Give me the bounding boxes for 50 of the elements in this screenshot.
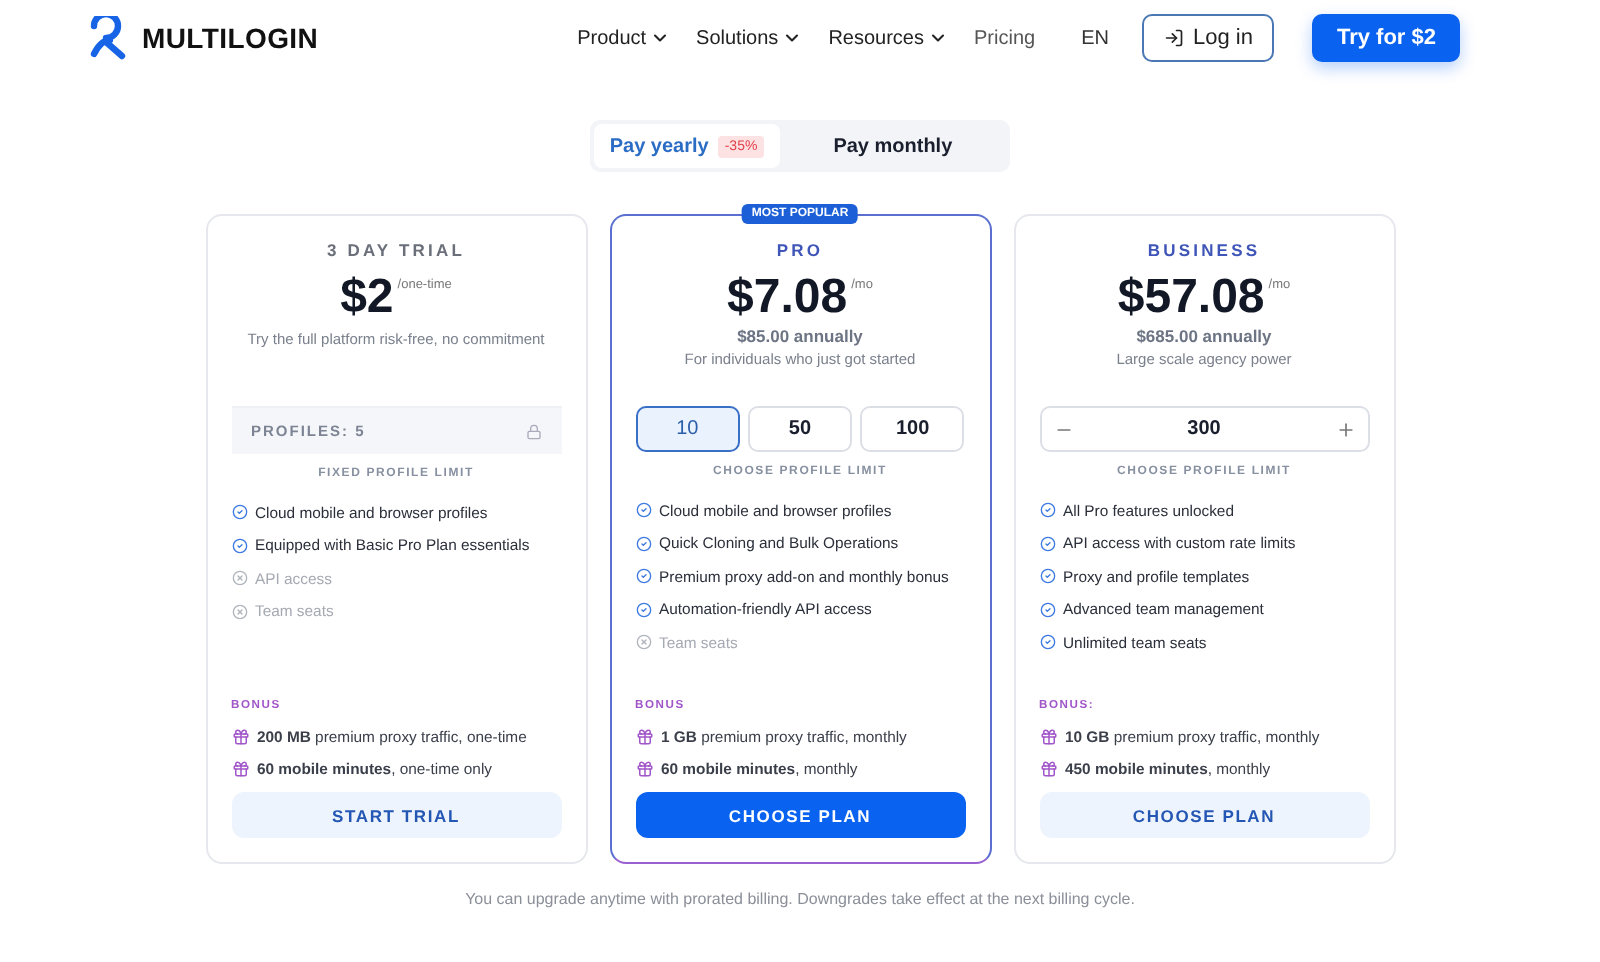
plan-title: PRO [776, 240, 824, 260]
gift-icon [231, 727, 249, 745]
check-icon [635, 601, 651, 618]
nav-link[interactable]: Pricing [974, 27, 1036, 49]
check-icon [1039, 502, 1055, 519]
check-icon [1039, 535, 1055, 552]
billing-note: You can upgrade anytime with prorated billing. Downgrades take effect at the next billing cycle. [465, 890, 1135, 908]
login-icon [1164, 28, 1185, 48]
language-link[interactable]: EN [1081, 27, 1109, 49]
plan-button[interactable]: CHOOSE PLAN [1039, 792, 1369, 838]
plus-icon[interactable] [1335, 419, 1355, 439]
plan-price: $57.08 [1117, 270, 1265, 326]
plan-price: $7.08 [727, 270, 848, 326]
check-icon [231, 537, 247, 554]
nav-link[interactable]: Product [577, 27, 671, 49]
annual-price: $685.00 annually [1136, 326, 1272, 346]
gift-icon [231, 759, 249, 777]
gift-icon [1039, 759, 1057, 777]
cross-icon [231, 603, 247, 620]
check-icon [635, 502, 651, 519]
lock-icon [525, 423, 541, 439]
plan-title: 3 DAY TRIAL [326, 240, 466, 260]
try-button[interactable]: Try for $2 [1312, 14, 1460, 62]
plan-title: BUSINESS [1147, 240, 1261, 260]
plan-button[interactable]: CHOOSE PLAN [635, 792, 965, 838]
nav-link[interactable]: Solutions [696, 27, 803, 49]
profile-limit-value: 300 [1187, 418, 1221, 440]
gift-icon [635, 759, 653, 777]
nav-link[interactable]: Resources [828, 27, 948, 49]
profile-limit-option[interactable]: 50 [747, 406, 853, 452]
profile-limit-option[interactable]: 10 [635, 406, 740, 452]
cross-icon [231, 570, 247, 587]
annual-price: $85.00 annually [737, 326, 863, 346]
check-icon [1039, 634, 1055, 651]
billing-option[interactable]: Pay monthly [779, 124, 1007, 168]
profile-limit-stepper[interactable]: 300 [1039, 406, 1369, 452]
check-icon [231, 504, 247, 521]
check-icon [635, 535, 651, 552]
cross-icon [635, 634, 651, 651]
logo-icon [86, 16, 130, 60]
check-icon [1039, 568, 1055, 585]
logo-text: MULTILOGIN [142, 22, 319, 54]
plan-price: $2 [340, 270, 394, 326]
profile-limit-option[interactable]: 100 [860, 406, 965, 452]
gift-icon [635, 727, 653, 745]
login-button[interactable]: Log in [1142, 14, 1275, 62]
check-icon [1039, 601, 1055, 618]
check-icon [635, 568, 651, 585]
gift-icon [1039, 727, 1057, 745]
plan-button[interactable]: START TRIAL [231, 792, 561, 838]
